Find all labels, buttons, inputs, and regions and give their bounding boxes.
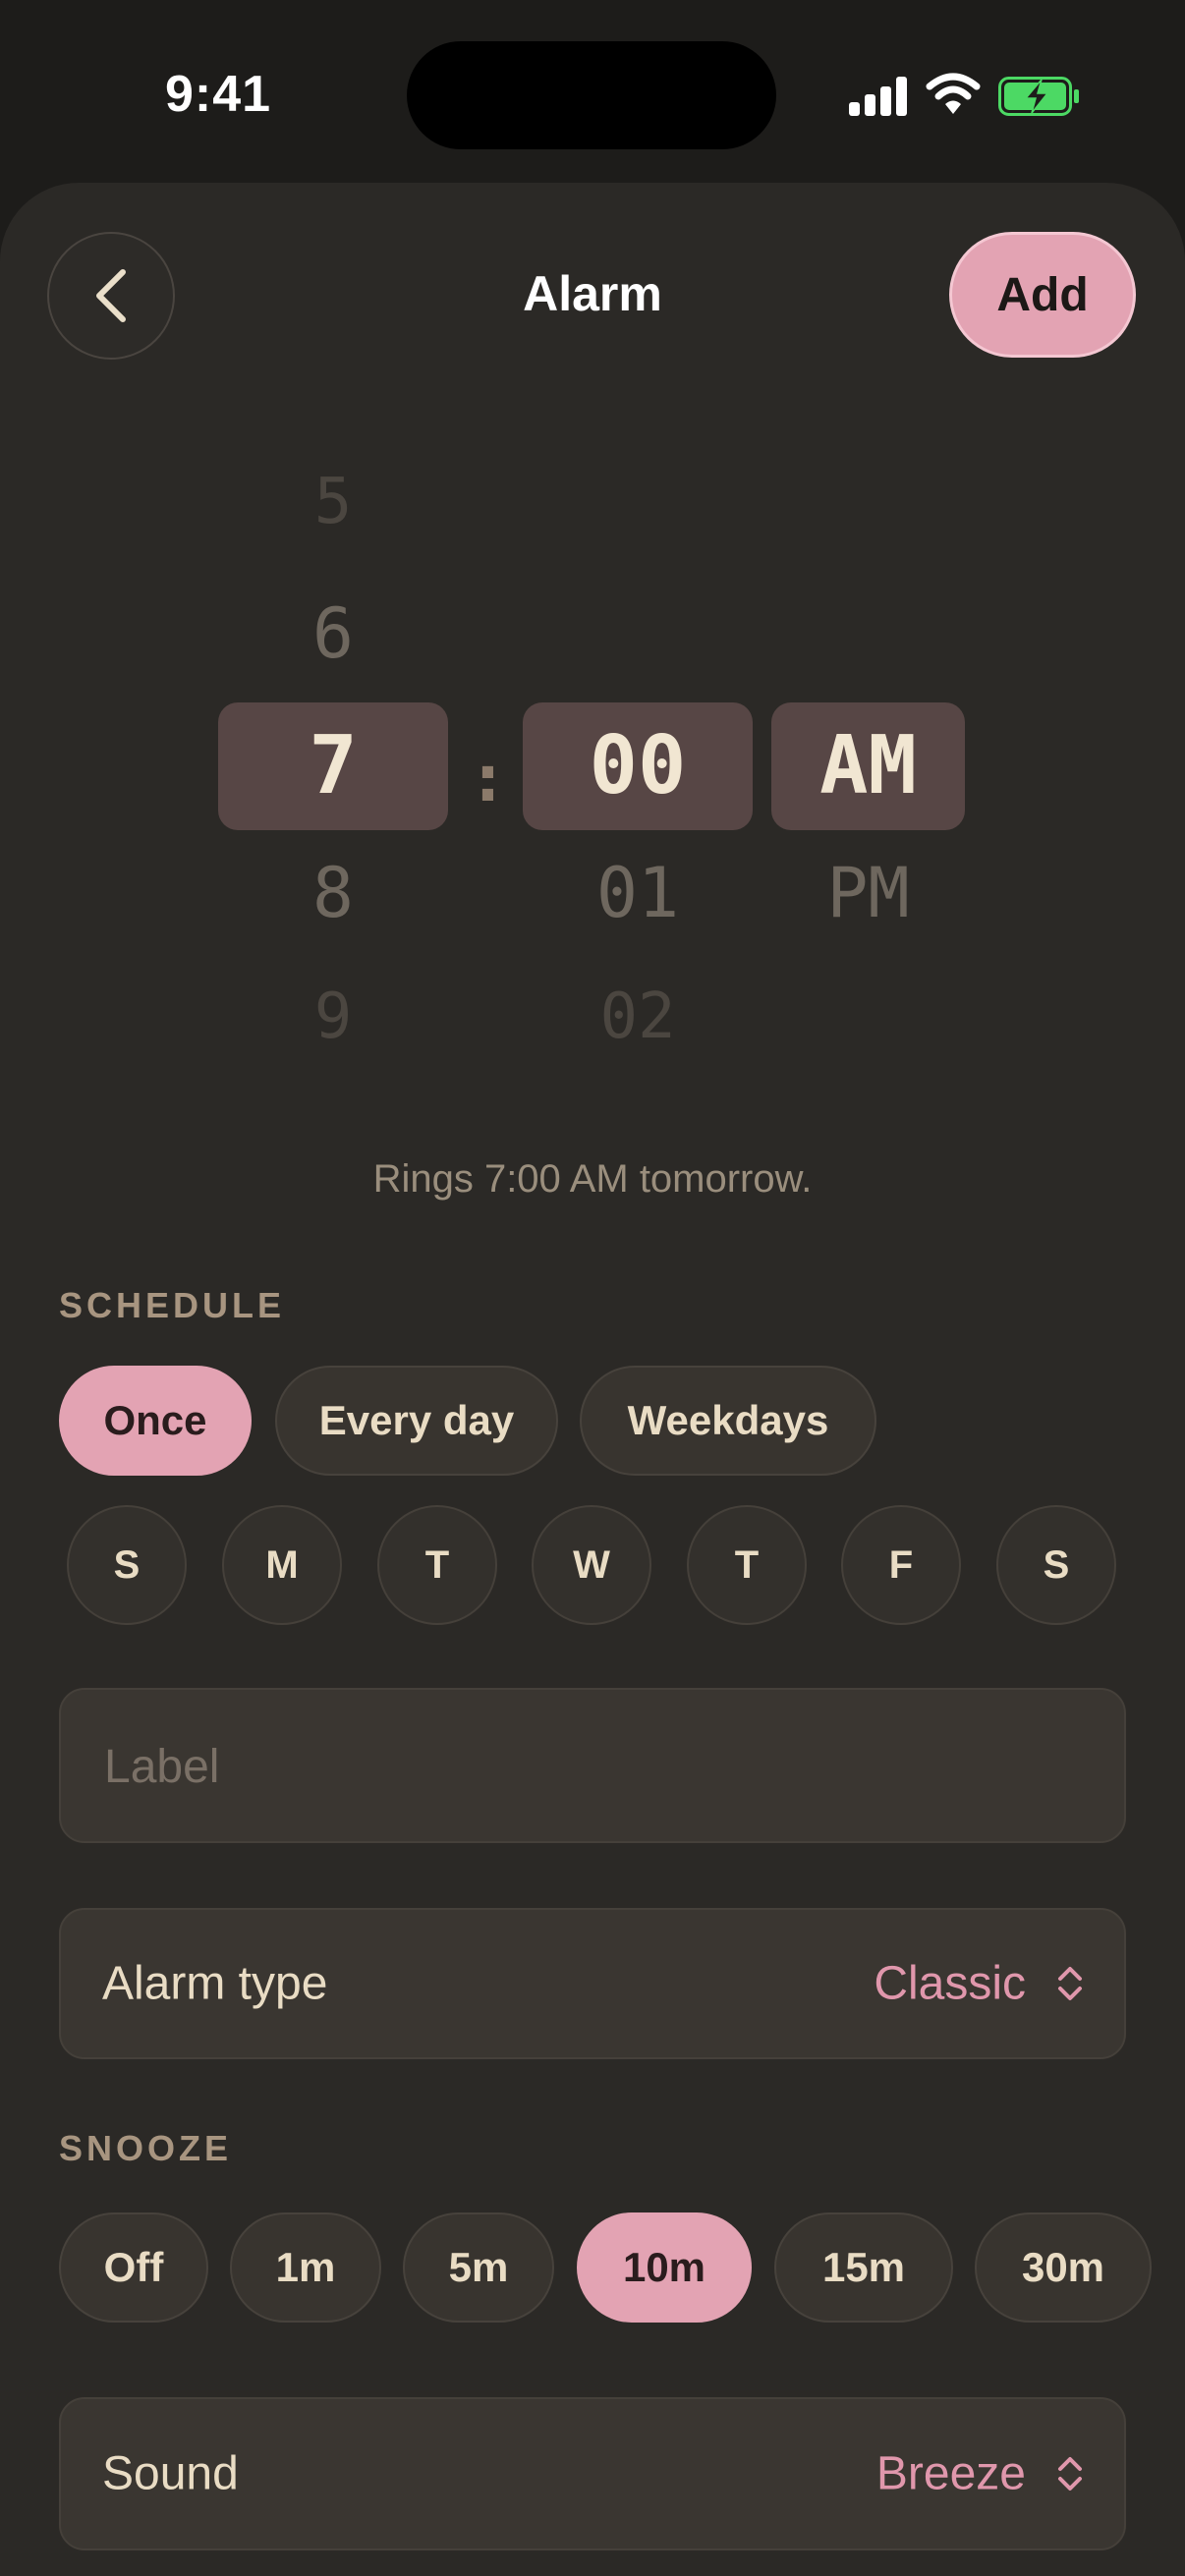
label-field [59, 1688, 1126, 1843]
snooze-15m-chip[interactable]: 15m [774, 2212, 953, 2323]
day-wednesday[interactable]: W [532, 1505, 651, 1625]
alarm-sheet: Alarm Add : 5 6 7 8 9 00 01 02 AM PM Rin… [0, 183, 1185, 2576]
time-separator: : [468, 740, 508, 817]
label-input[interactable] [102, 1690, 1089, 1843]
schedule-once-chip[interactable]: Once [59, 1366, 252, 1476]
schedule-every-day-chip[interactable]: Every day [275, 1366, 558, 1476]
sound-value[interactable]: Breeze [876, 2447, 1026, 2501]
alarm-type-value[interactable]: Classic [874, 1957, 1026, 2011]
schedule-weekdays-chip[interactable]: Weekdays [580, 1366, 876, 1476]
schedule-section-title: SCHEDULE [59, 1285, 286, 1325]
hour-option[interactable]: 5 [218, 466, 448, 538]
minute-option[interactable]: 01 [523, 853, 753, 933]
status-bar: 9:41 [0, 0, 1185, 187]
hour-option[interactable]: 8 [218, 853, 448, 933]
hour-option[interactable]: 9 [218, 980, 448, 1053]
alarm-type-label: Alarm type [102, 1957, 328, 2010]
sound-row[interactable]: Sound Breeze [59, 2397, 1126, 2550]
minute-selected[interactable]: 00 [523, 719, 753, 812]
minute-option[interactable]: 02 [523, 980, 753, 1053]
hour-selected[interactable]: 7 [218, 719, 448, 812]
ring-summary: Rings 7:00 AM tomorrow. [372, 1157, 813, 1201]
snooze-1m-chip[interactable]: 1m [230, 2212, 381, 2323]
wifi-icon [926, 73, 981, 114]
snooze-30m-chip[interactable]: 30m [975, 2212, 1152, 2323]
cellular-signal-icon [849, 77, 908, 116]
day-sunday[interactable]: S [67, 1505, 187, 1625]
chevron-up-down-icon [1058, 2457, 1082, 2491]
snooze-5m-chip[interactable]: 5m [403, 2212, 554, 2323]
dynamic-island [407, 41, 776, 149]
day-monday[interactable]: M [222, 1505, 342, 1625]
day-tuesday[interactable]: T [377, 1505, 497, 1625]
add-button[interactable]: Add [949, 232, 1136, 358]
status-time: 9:41 [165, 66, 272, 123]
battery-charging-icon [998, 77, 1079, 116]
hour-option[interactable]: 6 [218, 593, 448, 674]
snooze-10m-chip[interactable]: 10m [577, 2212, 752, 2323]
day-saturday[interactable]: S [996, 1505, 1116, 1625]
snooze-off-chip[interactable]: Off [59, 2212, 208, 2323]
chevron-up-down-icon [1058, 1967, 1082, 2000]
day-thursday[interactable]: T [687, 1505, 807, 1625]
snooze-section-title: SNOOZE [59, 2128, 233, 2168]
alarm-type-row[interactable]: Alarm type Classic [59, 1908, 1126, 2059]
day-friday[interactable]: F [841, 1505, 961, 1625]
period-option[interactable]: PM [771, 853, 965, 933]
period-selected[interactable]: AM [771, 719, 965, 812]
sound-label: Sound [102, 2447, 239, 2500]
